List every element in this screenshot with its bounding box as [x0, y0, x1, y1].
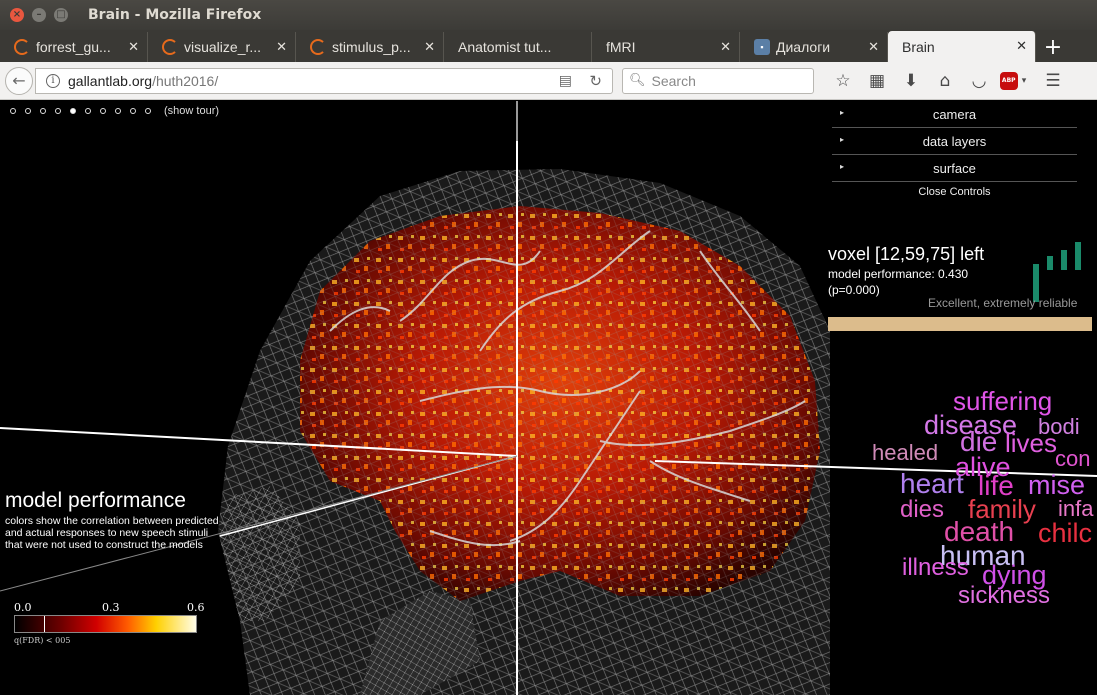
- colorbar-threshold-label: q(FDR) < 005: [14, 636, 71, 645]
- loading-icon: [14, 39, 30, 55]
- word-cloud-word: healed: [872, 440, 939, 465]
- window-title: Brain - Mozilla Firefox: [88, 7, 262, 23]
- tab-strip: forrest_gu... ✕ visualize_r... ✕ stimulu…: [0, 30, 1097, 62]
- show-tour-link[interactable]: (show tour): [164, 105, 219, 117]
- caret-right-icon: ▸: [840, 162, 845, 171]
- tab-label: fMRI: [606, 39, 636, 55]
- tab-stimulus[interactable]: stimulus_p... ✕: [296, 32, 444, 62]
- back-button[interactable]: ←: [5, 66, 33, 95]
- url-text[interactable]: gallantlab.org/huth2016/: [68, 73, 218, 89]
- loading-icon: [310, 39, 326, 55]
- tour-dot[interactable]: [10, 108, 16, 114]
- colorbar-tick: 0.3: [102, 601, 120, 614]
- info-icon[interactable]: i: [46, 73, 60, 88]
- adblock-icon[interactable]: ABP ▾: [996, 67, 1030, 95]
- colorbar: 0.0 0.3 0.6 q(FDR) < 005: [14, 601, 205, 645]
- caret-right-icon: ▸: [840, 135, 845, 144]
- tour-dot[interactable]: [85, 108, 91, 114]
- signal-strength-icon: [1033, 242, 1081, 302]
- tour-dot[interactable]: [55, 108, 61, 114]
- voxel-info-panel: voxel [12,59,75] left model performance:…: [828, 242, 1093, 331]
- reload-icon[interactable]: ↻: [589, 72, 602, 90]
- close-icon[interactable]: ✕: [128, 39, 139, 55]
- controls-data-layers[interactable]: ▸ data layers: [832, 128, 1077, 155]
- tab-label: Диалоги: [776, 39, 831, 55]
- window-close-button[interactable]: ×: [10, 8, 24, 22]
- brain-viewer[interactable]: (show tour) ▸ camera ▸ data layers ▸ surfac…: [0, 101, 1097, 695]
- tab-label: Brain: [902, 38, 935, 55]
- tour-dot[interactable]: [130, 108, 136, 114]
- close-icon[interactable]: ✕: [276, 39, 287, 55]
- bookmark-star-icon[interactable]: ☆: [826, 67, 860, 95]
- search-input[interactable]: 🔍︎ Search: [622, 67, 814, 94]
- tab-label: stimulus_p...: [332, 39, 411, 55]
- performance-description: colors show the correlation between pred…: [5, 515, 219, 551]
- tab-visualize[interactable]: visualize_r... ✕: [148, 32, 296, 62]
- menu-icon[interactable]: ☰: [1036, 67, 1070, 95]
- word-cloud-word: dies: [900, 496, 945, 523]
- tab-label: visualize_r...: [184, 39, 262, 55]
- close-icon[interactable]: ✕: [1016, 38, 1027, 54]
- tab-brain[interactable]: Brain ✕: [888, 31, 1036, 62]
- reader-view-icon[interactable]: ▤: [559, 73, 572, 89]
- semantic-word-cloud: suffering disease bodi healed die lives alive c…: [860, 386, 1097, 626]
- tour-dot[interactable]: [40, 108, 46, 114]
- voxel-performance-bar: [828, 317, 1092, 331]
- word-cloud-word: chilc: [1038, 518, 1093, 548]
- download-icon[interactable]: ⬇: [894, 67, 928, 95]
- arrow-left-icon: ←: [12, 71, 26, 90]
- controls-camera[interactable]: ▸ camera: [832, 101, 1077, 128]
- tour-dot[interactable]: [115, 108, 121, 114]
- window-maximize-button[interactable]: □: [54, 8, 68, 22]
- tour-dot[interactable]: [70, 108, 76, 114]
- tour-dot[interactable]: [25, 108, 31, 114]
- tab-label: forrest_gu...: [36, 39, 111, 55]
- tour-dot[interactable]: [145, 108, 151, 114]
- voxel-quality: Excellent, extremely reliable: [928, 296, 1078, 310]
- colorbar-tick: 0.6: [187, 601, 205, 614]
- close-icon[interactable]: ✕: [720, 39, 731, 55]
- pocket-icon[interactable]: ◡: [962, 67, 996, 95]
- close-controls-button[interactable]: Close Controls: [832, 182, 1077, 202]
- performance-title: model performance: [5, 489, 186, 512]
- controls-panel: ▸ camera ▸ data layers ▸ surface Close Cont…: [832, 101, 1077, 202]
- tab-dialogs[interactable]: ▪ Диалоги ✕: [740, 32, 888, 62]
- colorbar-threshold-marker: [44, 616, 45, 632]
- performance-legend: model performance colors show the correl…: [5, 489, 225, 551]
- tab-anatomist[interactable]: Anatomist tut...: [444, 32, 592, 62]
- navigation-toolbar: ← i gallantlab.org/huth2016/ ▤ ↻ 🔍︎ Sear…: [0, 62, 1097, 100]
- tour-dot[interactable]: [100, 108, 106, 114]
- window-titlebar: × – □ Brain - Mozilla Firefox: [0, 0, 1097, 30]
- caret-right-icon: ▸: [840, 108, 845, 117]
- tab-forrest[interactable]: forrest_gu... ✕: [0, 32, 148, 62]
- vk-icon: ▪: [754, 39, 770, 55]
- search-placeholder: Search: [651, 72, 696, 89]
- colorbar-tick: 0.0: [14, 601, 32, 614]
- colorbar-gradient: [14, 615, 197, 633]
- close-icon[interactable]: ✕: [424, 39, 435, 55]
- search-icon: 🔍︎: [629, 73, 646, 88]
- url-bar[interactable]: i gallantlab.org/huth2016/ ▤ ↻: [35, 67, 613, 94]
- new-tab-button[interactable]: +: [1036, 32, 1070, 62]
- home-icon[interactable]: ⌂: [928, 67, 962, 95]
- tab-label: Anatomist tut...: [458, 39, 552, 55]
- close-icon[interactable]: ✕: [868, 39, 879, 55]
- word-cloud-word: con: [1055, 446, 1091, 471]
- tab-fmri[interactable]: fMRI ✕: [592, 32, 740, 62]
- tour-navigation: (show tour): [10, 105, 219, 117]
- window-minimize-button[interactable]: –: [32, 8, 46, 22]
- bookmarks-list-icon[interactable]: ▦: [860, 67, 894, 95]
- word-cloud-word: lives: [1005, 428, 1058, 458]
- word-cloud-word: illness: [902, 554, 969, 581]
- controls-surface[interactable]: ▸ surface: [832, 155, 1077, 182]
- loading-icon: [162, 39, 178, 55]
- word-cloud-word: sickness: [958, 582, 1051, 609]
